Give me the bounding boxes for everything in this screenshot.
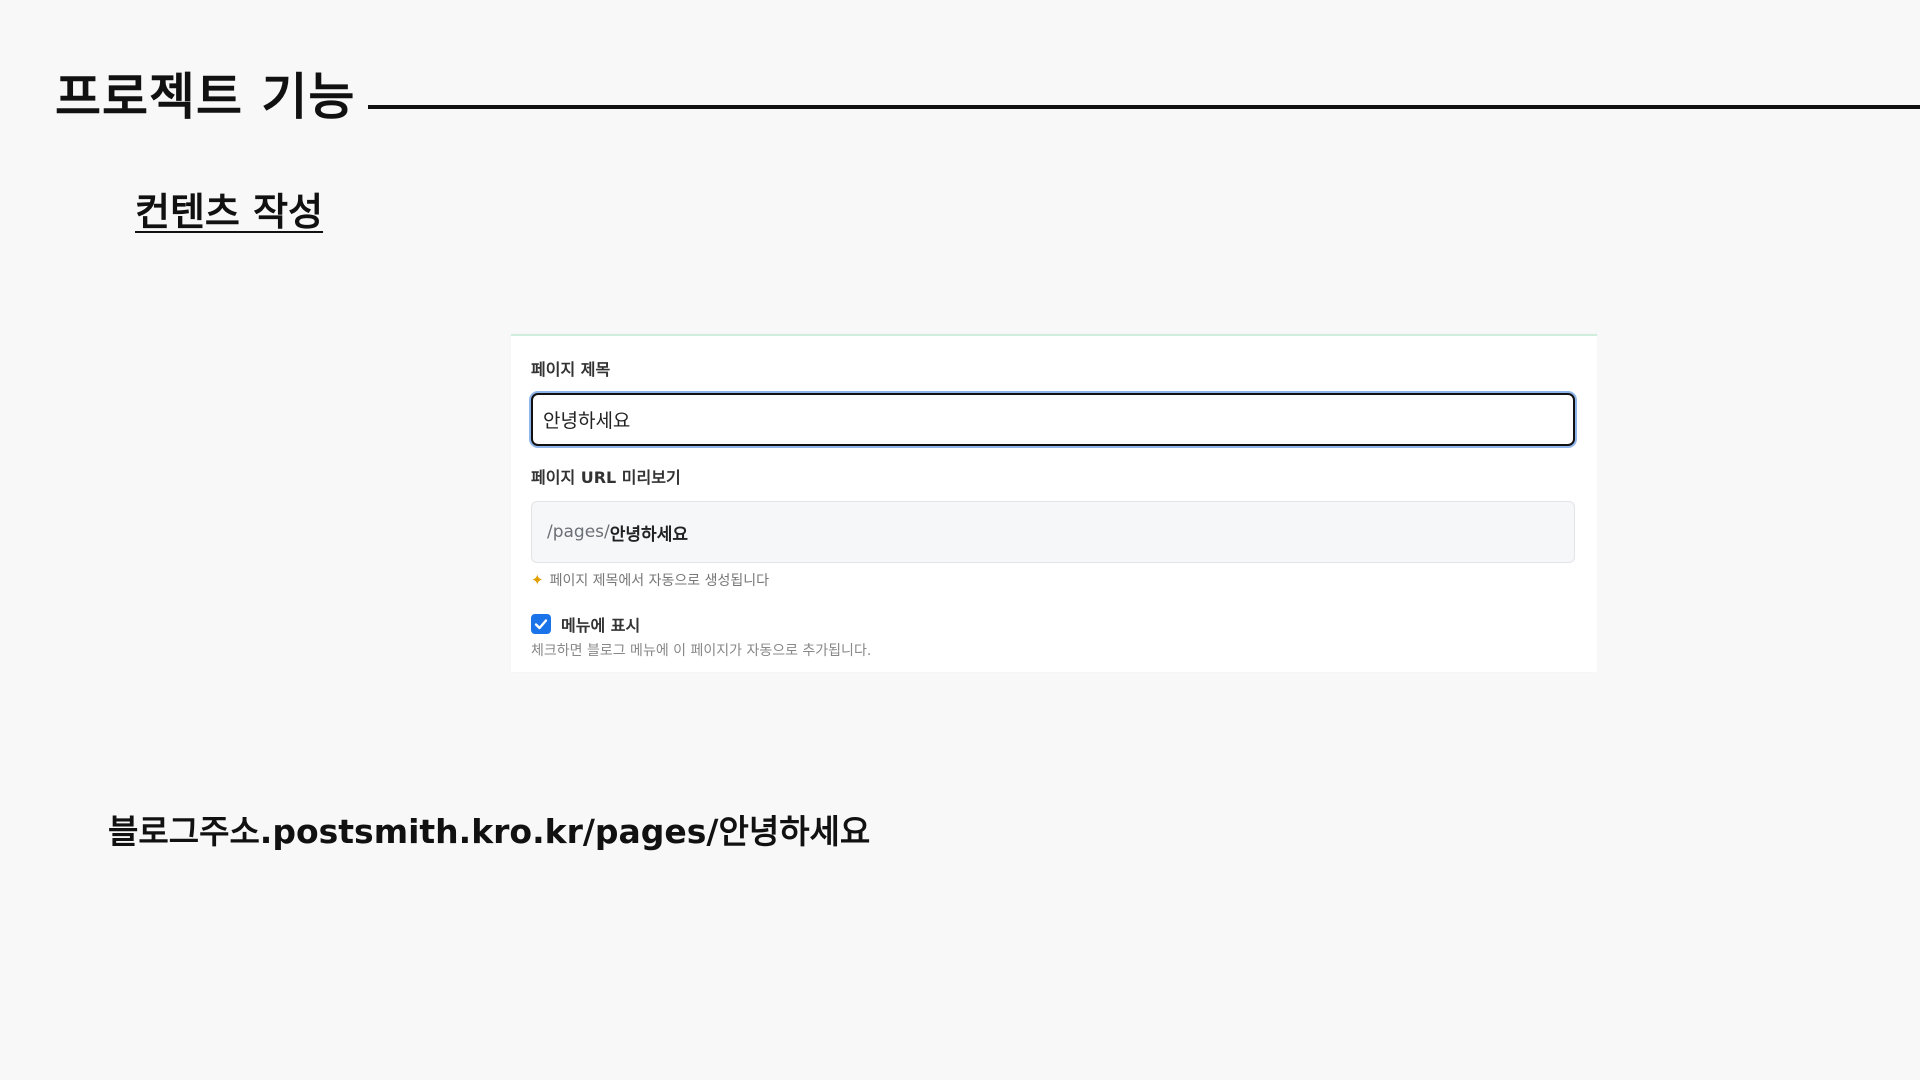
auto-generate-hint: ✦ 페이지 제목에서 자동으로 생성됩니다 <box>531 570 769 590</box>
section-heading: 컨텐츠 작성 <box>135 190 324 234</box>
url-slug: 안녕하세요 <box>609 524 688 545</box>
show-in-menu-checkbox[interactable] <box>531 614 551 634</box>
page-title-input[interactable] <box>531 393 1575 446</box>
page-title-label: 페이지 제목 <box>531 360 611 379</box>
sparkle-icon: ✦ <box>531 570 544 589</box>
blog-url-example: 블로그주소.postsmith.kro.kr/pages/안녕하세요 <box>108 812 871 851</box>
slide-title: 프로젝트 기능 <box>55 68 356 126</box>
title-divider <box>368 105 1920 109</box>
show-in-menu-help: 체크하면 블로그 메뉴에 이 페이지가 자동으로 추가됩니다. <box>531 643 872 659</box>
show-in-menu-row[interactable]: 메뉴에 표시 <box>531 612 640 636</box>
checkmark-icon <box>534 619 548 630</box>
url-prefix: /pages/ <box>547 522 610 542</box>
url-preview-label: 페이지 URL 미리보기 <box>531 468 681 487</box>
url-preview-field: /pages/안녕하세요 <box>531 501 1575 563</box>
auto-generate-hint-text: 페이지 제목에서 자동으로 생성됩니다 <box>549 573 770 589</box>
show-in-menu-label[interactable]: 메뉴에 표시 <box>561 612 640 636</box>
page-form-card: 페이지 제목 페이지 URL 미리보기 /pages/안녕하세요 ✦ 페이지 제… <box>511 334 1597 672</box>
